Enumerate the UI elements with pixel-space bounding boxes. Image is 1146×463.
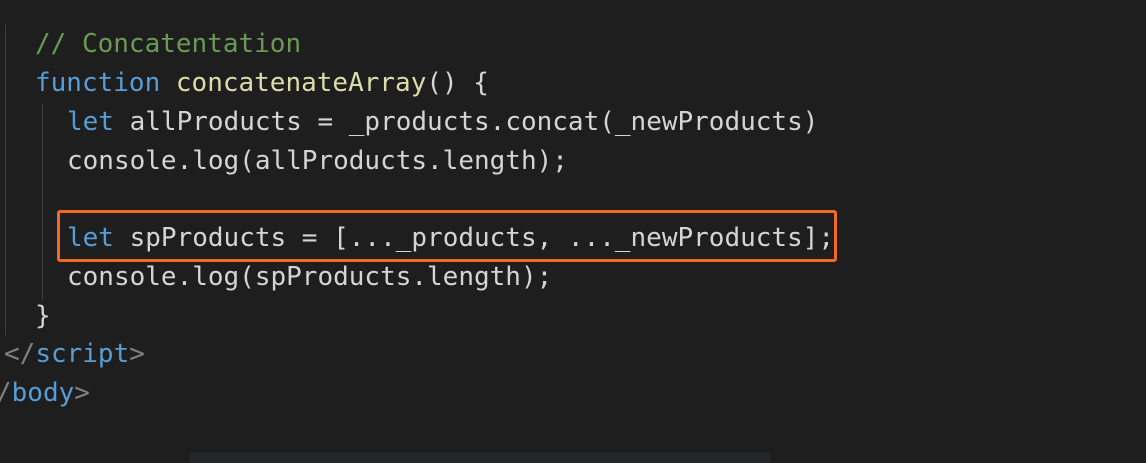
horizontal-scrollbar[interactable] <box>190 453 770 463</box>
code-token: () { <box>426 68 489 98</box>
code-token: allProducts = _products. <box>113 107 506 137</box>
code-token: console.log(allProducts.length); <box>67 146 568 176</box>
code-token: let <box>67 107 114 137</box>
code-line-4[interactable]: console.log(allProducts.length); <box>67 142 568 181</box>
code-editor[interactable]: // Concatentation function concatenateAr… <box>0 0 1146 463</box>
code-token: / <box>0 378 12 408</box>
code-token: } <box>35 301 51 331</box>
code-token: concatenateArray <box>175 68 427 98</box>
code-line-10[interactable]: /body> <box>0 374 90 413</box>
code-line-9[interactable]: </script> <box>4 335 145 374</box>
highlight-box <box>57 210 837 262</box>
code-token: > <box>74 378 90 408</box>
indent-guide-inner <box>42 103 43 299</box>
code-token: script <box>35 339 130 369</box>
code-token: > <box>129 339 145 369</box>
code-token: function <box>35 68 161 98</box>
code-line-2[interactable]: function concatenateArray() { <box>35 64 489 103</box>
code-line-8[interactable]: } <box>35 297 51 336</box>
code-token: (_newProducts) <box>599 107 819 137</box>
code-token: // Concatentation <box>35 29 302 59</box>
code-token: concat <box>505 107 600 137</box>
code-line-3[interactable]: let allProducts = _products.concat(_newP… <box>67 103 818 142</box>
code-token: console.log(spProducts.length); <box>67 262 553 292</box>
code-line-7[interactable]: console.log(spProducts.length); <box>67 258 552 297</box>
code-token: </ <box>4 339 36 369</box>
indent-guide <box>5 25 6 335</box>
code-token: body <box>11 378 75 408</box>
code-line-1[interactable]: // Concatentation <box>35 25 301 64</box>
